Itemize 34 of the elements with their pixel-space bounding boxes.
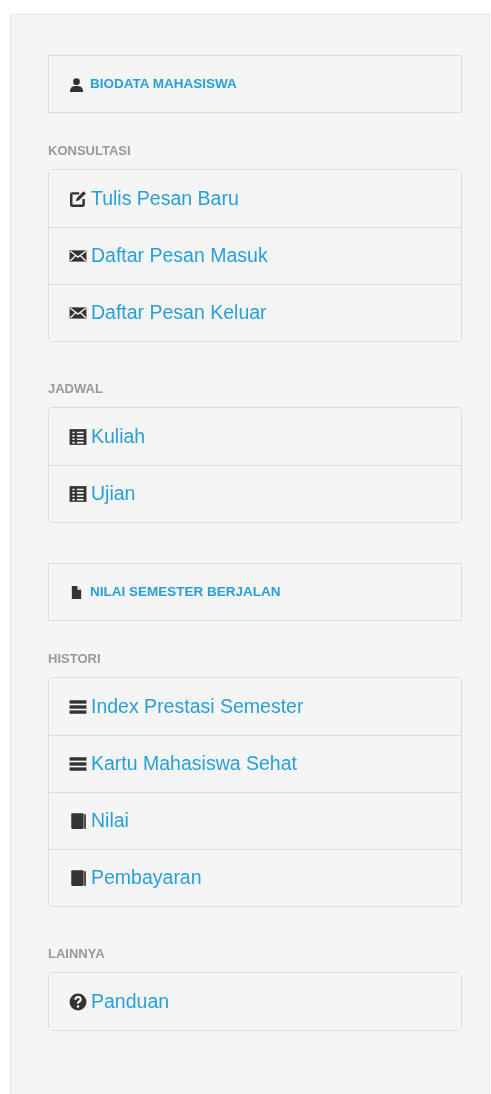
stacked-bars-icon — [69, 755, 87, 773]
section-heading: LAINNYA — [48, 947, 106, 961]
menu-item[interactable]: Panduan — [49, 973, 461, 1030]
menu-box[interactable]: BIODATA MAHASISWA — [48, 55, 462, 113]
menu-item[interactable]: Daftar Pesan Keluar — [49, 284, 461, 341]
section-heading: JADWAL — [48, 382, 104, 396]
menu-link[interactable]: BIODATA MAHASISWA — [90, 73, 237, 95]
menu-link[interactable]: Tulis Pesan Baru — [91, 183, 239, 214]
menu-link[interactable]: Index Prestasi Semester — [91, 691, 304, 722]
menu-link[interactable]: Daftar Pesan Keluar — [91, 298, 267, 328]
list-icon — [69, 485, 87, 503]
menu-link[interactable]: Nilai — [91, 806, 129, 836]
envelope-icon — [69, 247, 87, 265]
menu-link[interactable]: Kartu Mahasiswa Sehat — [91, 749, 297, 779]
envelope-icon — [69, 304, 87, 322]
file-icon — [69, 584, 84, 600]
book-icon — [69, 812, 87, 830]
stacked-bars-icon — [69, 697, 87, 716]
help-icon — [69, 992, 87, 1011]
list-icon — [69, 427, 87, 446]
menu-link[interactable]: Panduan — [91, 986, 170, 1017]
menu-link[interactable]: Daftar Pesan Masuk — [91, 241, 268, 271]
edit-icon — [69, 189, 87, 208]
menu-link[interactable]: NILAI SEMESTER BERJALAN — [90, 581, 281, 603]
menu-box[interactable]: NILAI SEMESTER BERJALAN — [48, 563, 462, 621]
menu-link[interactable]: Kuliah — [91, 421, 146, 452]
user-icon — [69, 76, 84, 92]
menu-item[interactable]: Pembayaran — [49, 849, 461, 906]
section-heading: KONSULTASI — [48, 144, 132, 158]
menu-link[interactable]: Ujian — [91, 479, 136, 509]
section-heading: HISTORI — [48, 652, 102, 666]
menu-link[interactable]: Pembayaran — [91, 863, 202, 893]
menu-item[interactable]: Ujian — [49, 465, 461, 522]
book-icon — [69, 869, 87, 887]
